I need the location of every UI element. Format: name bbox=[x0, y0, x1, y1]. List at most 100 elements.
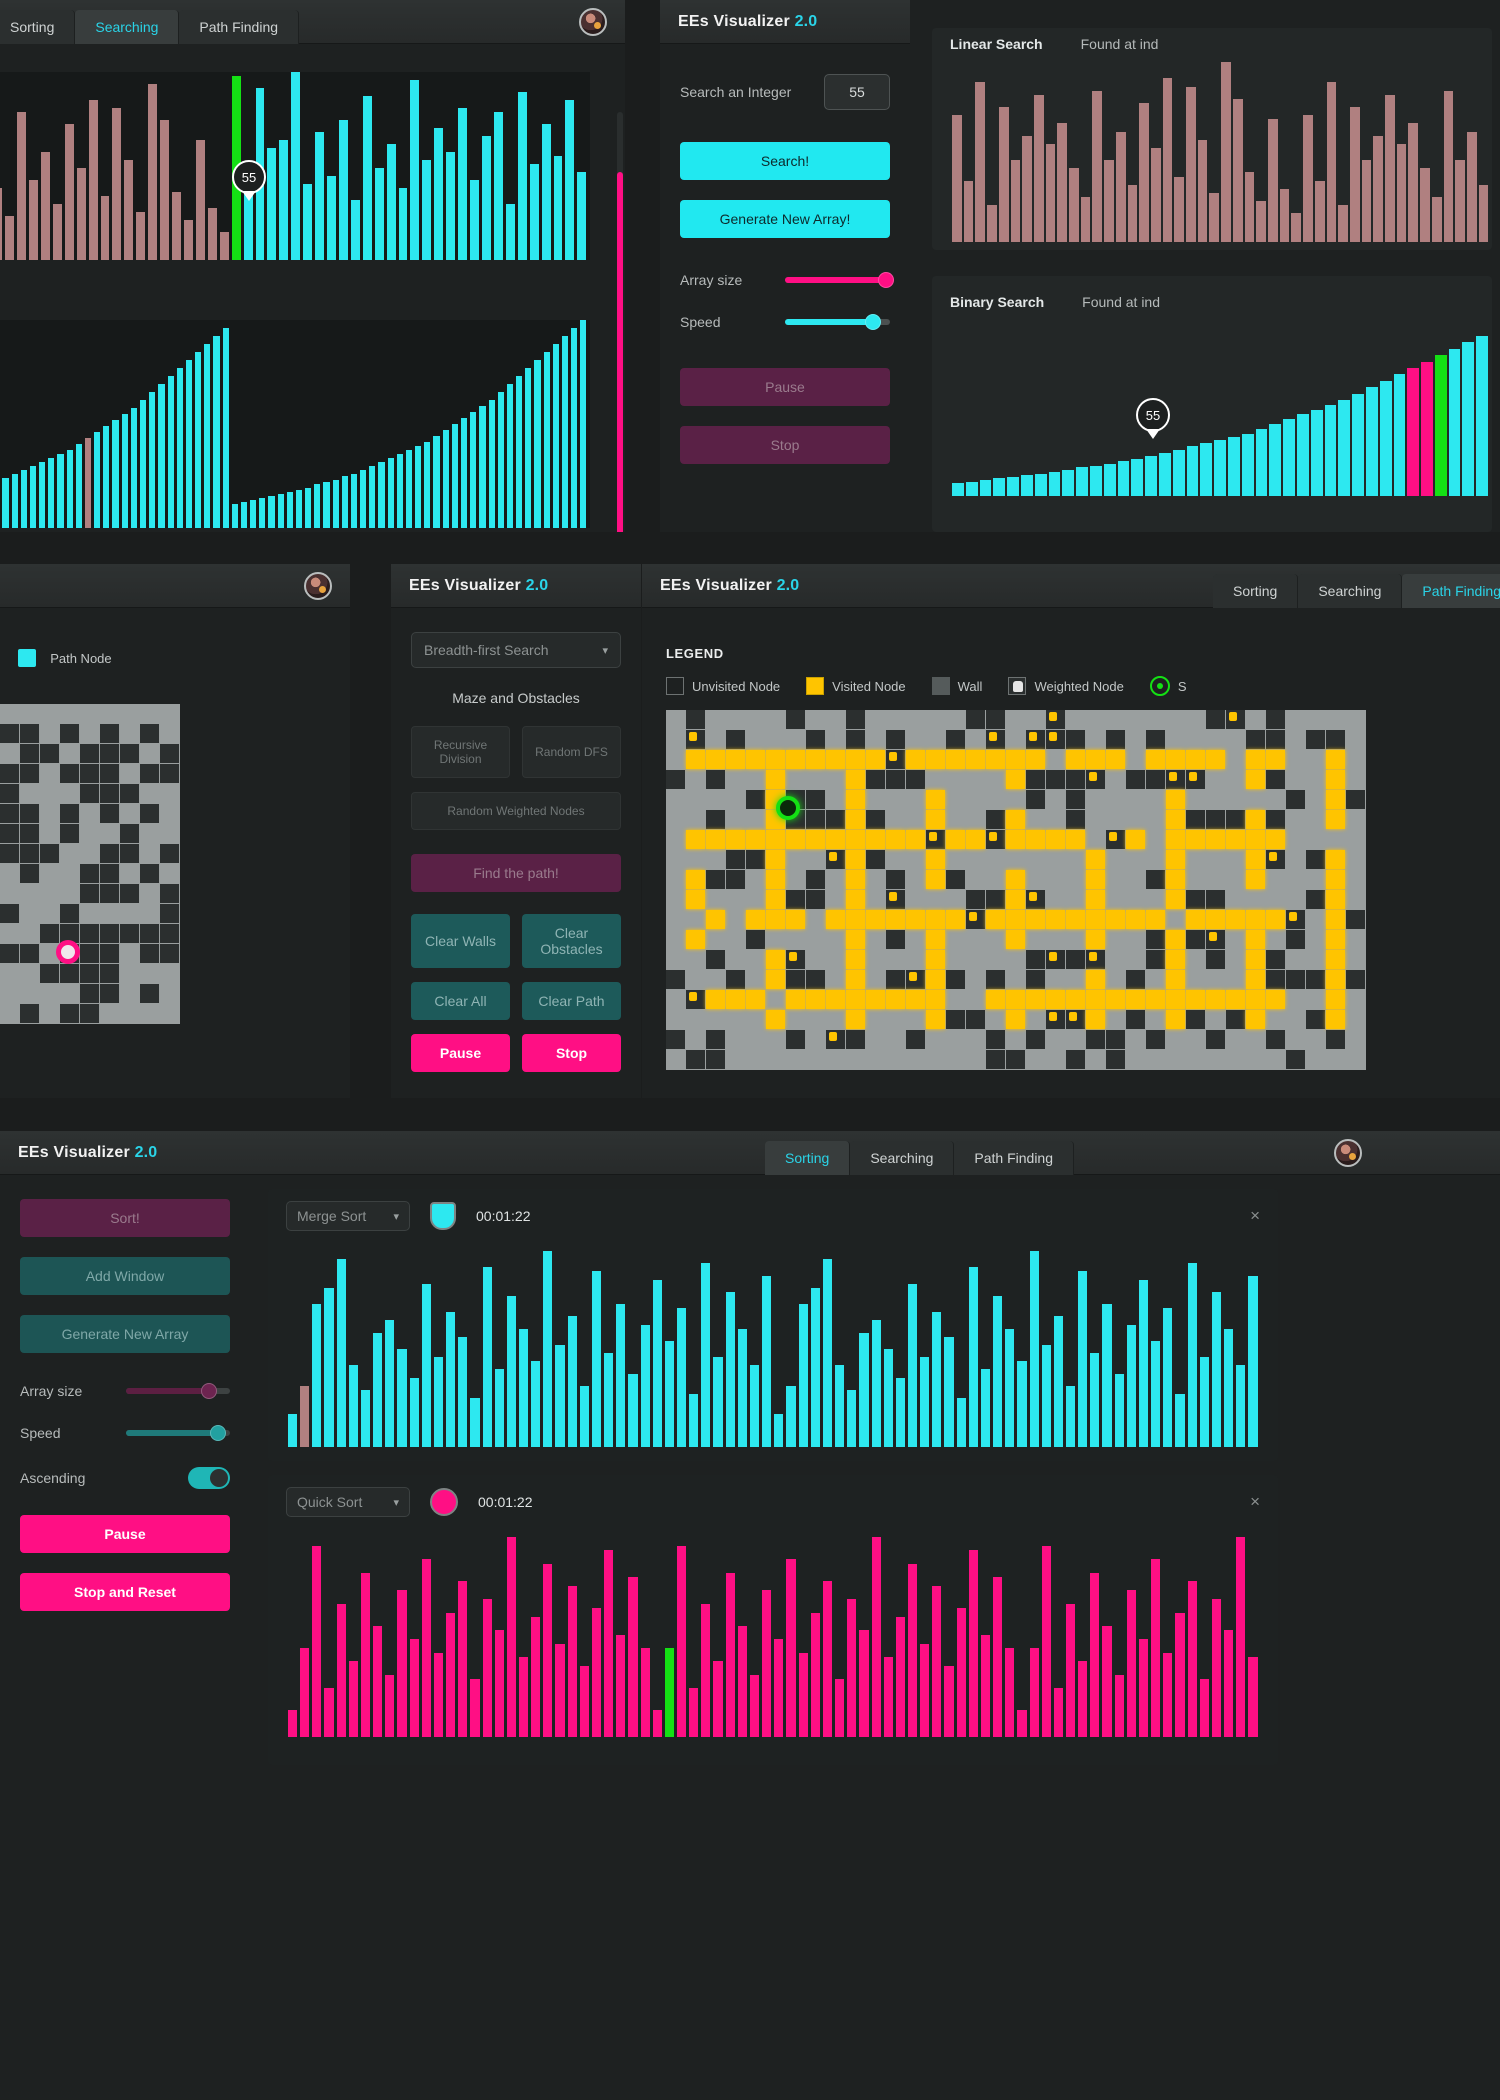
grid-cell[interactable] bbox=[686, 1030, 705, 1049]
grid-cell[interactable] bbox=[846, 950, 865, 969]
grid-cell[interactable] bbox=[1326, 710, 1345, 729]
grid-cell[interactable] bbox=[806, 990, 825, 1009]
grid-cell[interactable] bbox=[886, 770, 905, 789]
grid-cell[interactable] bbox=[986, 850, 1005, 869]
grid-cell[interactable] bbox=[906, 870, 925, 889]
grid-cell[interactable] bbox=[1266, 930, 1285, 949]
grid-cell[interactable] bbox=[686, 890, 705, 909]
grid-cell[interactable] bbox=[1226, 1030, 1245, 1049]
grid-cell[interactable] bbox=[746, 1010, 765, 1029]
grid-cell[interactable] bbox=[160, 1004, 179, 1023]
grid-cell[interactable] bbox=[1326, 810, 1345, 829]
grid-cell[interactable] bbox=[846, 810, 865, 829]
grid-cell[interactable] bbox=[1006, 970, 1025, 989]
grid-cell[interactable] bbox=[1166, 930, 1185, 949]
grid-cell[interactable] bbox=[846, 830, 865, 849]
clear-obstacles-button[interactable]: Clear Obstacles bbox=[522, 914, 621, 968]
grid-cell[interactable] bbox=[706, 930, 725, 949]
grid-cell[interactable] bbox=[60, 964, 79, 983]
grid-cell[interactable] bbox=[666, 1050, 685, 1069]
grid-cell[interactable] bbox=[966, 1010, 985, 1029]
grid-cell[interactable] bbox=[666, 970, 685, 989]
grid-cell[interactable] bbox=[746, 750, 765, 769]
grid-cell[interactable] bbox=[1286, 790, 1305, 809]
grid-cell[interactable] bbox=[1066, 830, 1085, 849]
grid-cell[interactable] bbox=[1126, 950, 1145, 969]
grid-cell[interactable] bbox=[706, 750, 725, 769]
grid-cell[interactable] bbox=[806, 1010, 825, 1029]
grid-cell[interactable] bbox=[1006, 950, 1025, 969]
sorting-speed-slider[interactable] bbox=[126, 1425, 230, 1441]
grid-cell[interactable] bbox=[1266, 830, 1285, 849]
grid-cell[interactable] bbox=[726, 990, 745, 1009]
grid-cell[interactable] bbox=[866, 910, 885, 929]
grid-cell[interactable] bbox=[946, 770, 965, 789]
grid-cell[interactable] bbox=[80, 1004, 99, 1023]
grid-cell[interactable] bbox=[1186, 1030, 1205, 1049]
grid-cell[interactable] bbox=[20, 764, 39, 783]
grid-cell[interactable] bbox=[786, 930, 805, 949]
grid-cell[interactable] bbox=[1086, 750, 1105, 769]
grid-cell[interactable] bbox=[906, 710, 925, 729]
grid-cell[interactable] bbox=[1046, 890, 1065, 909]
grid-cell[interactable] bbox=[1066, 810, 1085, 829]
tab-pathfinding[interactable]: Path Finding bbox=[179, 9, 300, 44]
grid-cell[interactable] bbox=[766, 710, 785, 729]
grid-cell[interactable] bbox=[786, 850, 805, 869]
grid-cell[interactable] bbox=[1066, 1050, 1085, 1069]
grid-cell[interactable] bbox=[40, 924, 59, 943]
grid-cell[interactable] bbox=[986, 990, 1005, 1009]
grid-cell[interactable] bbox=[140, 784, 159, 803]
grid-cell[interactable] bbox=[946, 830, 965, 849]
grid-cell[interactable] bbox=[1106, 870, 1125, 889]
grid-cell[interactable] bbox=[1046, 830, 1065, 849]
grid-cell[interactable] bbox=[1106, 830, 1125, 849]
grid-cell[interactable] bbox=[806, 950, 825, 969]
tab-searching[interactable]: Searching bbox=[1298, 573, 1403, 608]
grid-cell[interactable] bbox=[1146, 790, 1165, 809]
grid-cell[interactable] bbox=[1286, 930, 1305, 949]
grid-cell[interactable] bbox=[926, 1010, 945, 1029]
grid-cell[interactable] bbox=[726, 910, 745, 929]
grid-cell[interactable] bbox=[60, 984, 79, 1003]
grid-cell[interactable] bbox=[1306, 790, 1325, 809]
grid-cell[interactable] bbox=[686, 970, 705, 989]
grid-cell[interactable] bbox=[746, 770, 765, 789]
grid-cell[interactable] bbox=[966, 870, 985, 889]
grid-cell[interactable] bbox=[1146, 1050, 1165, 1069]
grid-cell[interactable] bbox=[1066, 890, 1085, 909]
quick-sort-algorithm-select[interactable]: Quick Sort ▾ bbox=[286, 1487, 410, 1517]
grid-cell[interactable] bbox=[1306, 970, 1325, 989]
grid-cell[interactable] bbox=[1186, 770, 1205, 789]
grid-cell[interactable] bbox=[826, 970, 845, 989]
grid-cell[interactable] bbox=[666, 1030, 685, 1049]
grid-cell[interactable] bbox=[1006, 710, 1025, 729]
grid-cell[interactable] bbox=[1006, 1030, 1025, 1049]
grid-cell[interactable] bbox=[1166, 710, 1185, 729]
grid-cell[interactable] bbox=[686, 730, 705, 749]
grid-cell[interactable] bbox=[846, 870, 865, 889]
grid-cell[interactable] bbox=[746, 990, 765, 1009]
grid-cell[interactable] bbox=[806, 930, 825, 949]
grid-cell[interactable] bbox=[160, 964, 179, 983]
grid-cell[interactable] bbox=[1226, 930, 1245, 949]
grid-cell[interactable] bbox=[1266, 1010, 1285, 1029]
grid-cell[interactable] bbox=[160, 724, 179, 743]
grid-cell[interactable] bbox=[766, 910, 785, 929]
grid-cell[interactable] bbox=[40, 744, 59, 763]
grid-cell[interactable] bbox=[1326, 910, 1345, 929]
grid-cell[interactable] bbox=[766, 850, 785, 869]
grid-cell[interactable] bbox=[906, 790, 925, 809]
grid-cell[interactable] bbox=[40, 884, 59, 903]
grid-cell[interactable] bbox=[1006, 930, 1025, 949]
grid-cell[interactable] bbox=[686, 930, 705, 949]
grid-cell[interactable] bbox=[726, 830, 745, 849]
grid-cell[interactable] bbox=[886, 790, 905, 809]
grid-cell[interactable] bbox=[966, 850, 985, 869]
grid-cell[interactable] bbox=[1226, 1050, 1245, 1069]
grid-cell[interactable] bbox=[160, 864, 179, 883]
grid-cell[interactable] bbox=[1026, 1030, 1045, 1049]
grid-cell[interactable] bbox=[726, 710, 745, 729]
grid-cell[interactable] bbox=[1206, 950, 1225, 969]
grid-cell[interactable] bbox=[1266, 770, 1285, 789]
